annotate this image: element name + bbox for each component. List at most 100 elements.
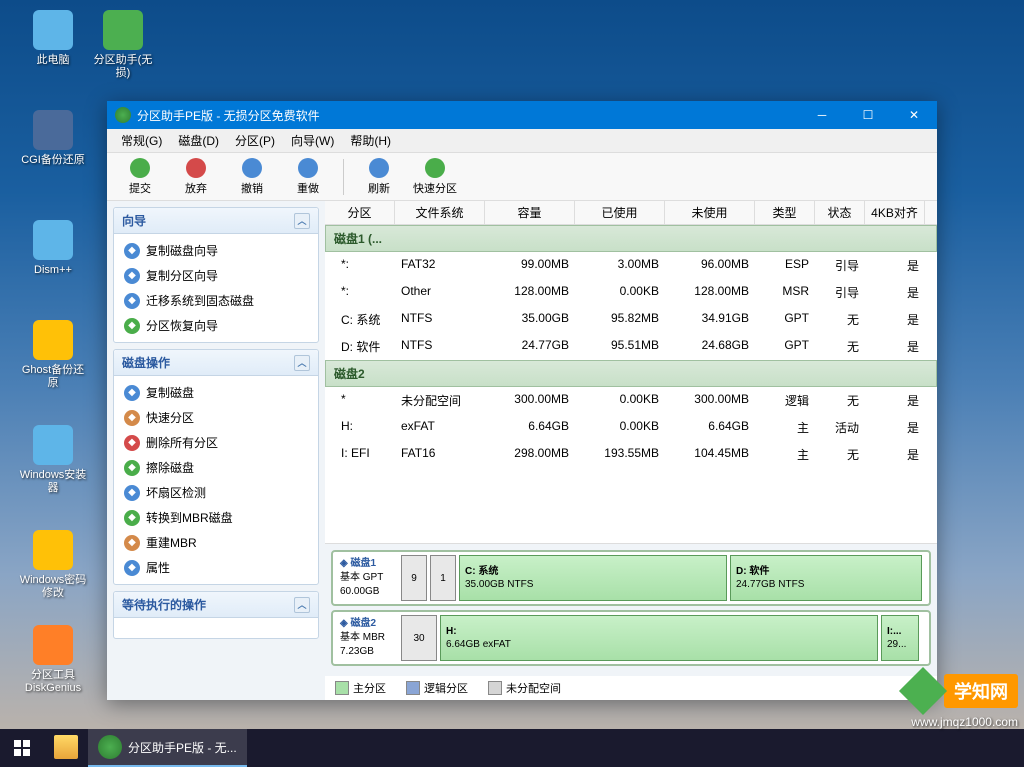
toolbar-icon [298,158,318,178]
icon-image [33,625,73,665]
toolbar-button[interactable]: 提交 [113,156,167,198]
panel-item[interactable]: ◆属性 [118,555,314,580]
collapse-icon[interactable]: ︿ [294,355,310,371]
panel-item[interactable]: ◆快速分区 [118,405,314,430]
desktop-icon[interactable]: 分区助手(无损) [88,10,158,80]
table-row[interactable]: I: EFIFAT16298.00MB193.55MB104.45MB主无是 [325,441,937,468]
table-cell: 引导 [815,282,865,303]
menu-item[interactable]: 磁盘(D) [170,130,227,151]
table-row[interactable]: D: 软件NTFS24.77GB95.51MB24.68GBGPT无是 [325,333,937,360]
table-cell: 是 [865,282,925,303]
table-cell: 无 [815,309,865,330]
menu-item[interactable]: 常规(G) [113,130,170,151]
icon-label: 此电脑 [18,54,88,67]
table-cell: NTFS [395,336,485,357]
panel-header[interactable]: 等待执行的操作︿ [114,592,318,618]
desktop-icon[interactable]: CGI备份还原 [18,110,88,167]
panel-header[interactable]: 磁盘操作︿ [114,350,318,376]
collapse-icon[interactable]: ︿ [294,213,310,229]
table-cell: 主 [755,417,815,438]
panel-item[interactable]: ◆复制磁盘 [118,380,314,405]
menu-item[interactable]: 分区(P) [227,130,283,151]
toolbar-button[interactable]: 撤销 [225,156,279,198]
collapse-icon[interactable]: ︿ [294,597,310,613]
disk-type: 基本 GPT [340,571,394,585]
window-title: 分区助手PE版 - 无损分区免费软件 [137,107,799,124]
column-header[interactable]: 4KB对齐 [865,201,925,224]
partition-small[interactable]: 30 [401,615,437,661]
partition[interactable]: C: 系统35.00GB NTFS [459,555,727,601]
start-button[interactable] [0,729,44,767]
desktop-icon[interactable]: Dism++ [18,220,88,277]
partition-name: H: [446,625,872,638]
table-row[interactable]: C: 系统NTFS35.00GB95.82MB34.91GBGPT无是 [325,306,937,333]
table-cell: 6.64GB [665,417,755,438]
panel-title: 向导 [122,212,146,229]
column-header[interactable]: 分区 [325,201,395,224]
toolbar-button[interactable]: 刷新 [352,156,406,198]
panel-item[interactable]: ◆复制分区向导 [118,263,314,288]
panel-item-icon: ◆ [124,535,140,551]
table-row[interactable]: *未分配空间300.00MB0.00KB300.00MB逻辑无是 [325,387,937,414]
partition-small[interactable]: 1 [430,555,456,601]
table-cell: 300.00MB [485,390,575,411]
toolbar-button[interactable]: 快速分区 [408,156,462,198]
disk-group-row[interactable]: 磁盘1 (... [325,225,937,252]
maximize-button[interactable]: ☐ [845,101,891,129]
desktop-icon[interactable]: Ghost备份还原 [18,320,88,390]
legend-label: 主分区 [353,680,386,696]
panel-item[interactable]: ◆擦除磁盘 [118,455,314,480]
taskbar-app-task[interactable]: 分区助手PE版 - 无... [88,729,247,767]
column-header[interactable]: 文件系统 [395,201,485,224]
panel-item[interactable]: ◆重建MBR [118,530,314,555]
partition[interactable]: I:...29... [881,615,919,661]
column-header[interactable]: 类型 [755,201,815,224]
minimize-button[interactable]: ─ [799,101,845,129]
menu-item[interactable]: 帮助(H) [342,130,399,151]
column-header[interactable]: 已使用 [575,201,665,224]
menubar: 常规(G)磁盘(D)分区(P)向导(W)帮助(H) [107,129,937,153]
panel-item[interactable]: ◆分区恢复向导 [118,313,314,338]
partition-small[interactable]: 9 [401,555,427,601]
menu-item[interactable]: 向导(W) [283,130,342,151]
table-cell: *: [325,255,395,276]
table-row[interactable]: H:exFAT6.64GB0.00KB6.64GB主活动是 [325,414,937,441]
panel-item[interactable]: ◆迁移系统到固态磁盘 [118,288,314,313]
partition[interactable]: H:6.64GB exFAT [440,615,878,661]
panel-item-label: 删除所有分区 [146,434,218,451]
table-cell: 95.82MB [575,309,665,330]
disk-group-row[interactable]: 磁盘2 [325,360,937,387]
panel-item[interactable]: ◆删除所有分区 [118,430,314,455]
titlebar[interactable]: 分区助手PE版 - 无损分区免费软件 ─ ☐ ✕ [107,101,937,129]
column-header[interactable]: 状态 [815,201,865,224]
desktop-icon[interactable]: 此电脑 [18,10,88,67]
icon-label: 分区工具DiskGenius [18,669,88,695]
table-cell: 是 [865,417,925,438]
close-button[interactable]: ✕ [891,101,937,129]
panel-item[interactable]: ◆坏扇区检测 [118,480,314,505]
disk-info[interactable]: ◈ 磁盘2基本 MBR7.23GB [336,615,398,661]
table-row[interactable]: *:Other128.00MB0.00KB128.00MBMSR引导是 [325,279,937,306]
panel-item[interactable]: ◆转换到MBR磁盘 [118,505,314,530]
desktop-icon[interactable]: Windows密码修改 [18,530,88,600]
column-header[interactable]: 容量 [485,201,575,224]
toolbar-button[interactable]: 放弃 [169,156,223,198]
table-cell: 95.51MB [575,336,665,357]
folder-icon [54,735,78,759]
panel-header[interactable]: 向导 ︿ [114,208,318,234]
panel-item-icon: ◆ [124,268,140,284]
sidebar-panel: 磁盘操作︿◆复制磁盘◆快速分区◆删除所有分区◆擦除磁盘◆坏扇区检测◆转换到MBR… [113,349,319,585]
partition-label: 1 [436,572,450,585]
watermark: 学知网 www.jmqz1000.com [906,674,1018,729]
panel-item-icon: ◆ [124,485,140,501]
taskbar-file-explorer[interactable] [44,729,88,767]
table-row[interactable]: *:FAT3299.00MB3.00MB96.00MBESP引导是 [325,252,937,279]
disk-info[interactable]: ◈ 磁盘1基本 GPT60.00GB [336,555,398,601]
table-cell: 未分配空间 [395,390,485,411]
partition[interactable]: D: 软件24.77GB NTFS [730,555,922,601]
column-header[interactable]: 未使用 [665,201,755,224]
panel-item[interactable]: ◆复制磁盘向导 [118,238,314,263]
desktop-icon[interactable]: Windows安装器 [18,425,88,495]
desktop-icon[interactable]: 分区工具DiskGenius [18,625,88,695]
toolbar-button[interactable]: 重做 [281,156,335,198]
